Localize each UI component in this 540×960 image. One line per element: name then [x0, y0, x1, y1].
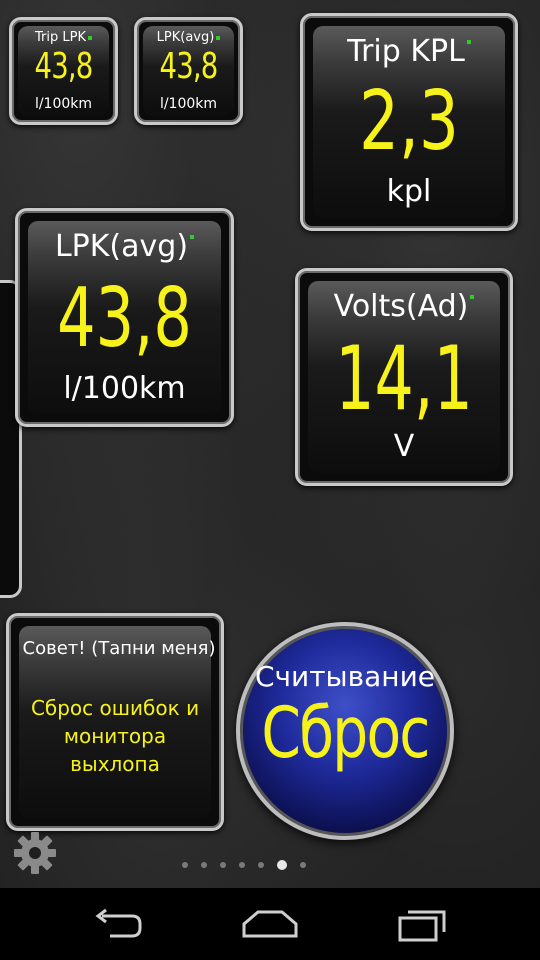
page-indicator — [182, 858, 306, 872]
navigation-bar — [0, 888, 540, 960]
gauge-unit: V — [393, 429, 415, 464]
trip-kpl-gauge[interactable]: Trip KPL 2,3 kpl — [300, 13, 518, 231]
gauge-label: LPK(avg) — [137, 30, 240, 45]
gauge-value: 43,8 — [57, 271, 192, 366]
recents-icon[interactable] — [392, 902, 452, 946]
status-dot — [87, 36, 92, 40]
gauge-label: Trip LPK — [12, 30, 115, 45]
gauge-unit: l/100km — [159, 96, 218, 112]
status-dot — [470, 295, 475, 299]
trip-lpk-gauge[interactable]: Trip LPK 43,8 l/100km — [9, 17, 118, 125]
gauge-label: Trip KPL — [303, 34, 515, 69]
tip-card[interactable]: Совет! (Тапни меня) Сброс ошибок и монит… — [6, 613, 224, 831]
lpk-avg-gauge[interactable]: LPK(avg) 43,8 l/100km — [15, 208, 234, 427]
gauge-value: 14,1 — [335, 327, 473, 430]
tip-line: выхлопа — [70, 752, 160, 776]
page-dot[interactable] — [182, 862, 188, 868]
gauge-value: 2,3 — [359, 74, 459, 169]
gauge-value: 43,8 — [159, 46, 219, 87]
gauge-unit: l/100km — [63, 371, 186, 406]
status-dot — [190, 235, 195, 239]
reset-button-label: Считывание — [254, 660, 436, 693]
tip-line: монитора — [63, 724, 167, 748]
page-dot[interactable] — [239, 862, 245, 868]
gauge-unit: l/100km — [34, 96, 93, 112]
gear-icon[interactable] — [12, 830, 58, 876]
back-icon[interactable] — [88, 902, 148, 946]
status-dot — [466, 40, 471, 44]
page-dot[interactable] — [201, 862, 207, 868]
lpk-avg-small-gauge[interactable]: LPK(avg) 43,8 l/100km — [134, 17, 243, 125]
page-dot[interactable] — [277, 860, 287, 870]
gauge-value: 43,8 — [34, 46, 94, 87]
tip-line: Сброс ошибок и — [30, 696, 200, 720]
status-dot — [216, 36, 221, 40]
page-dot[interactable] — [220, 862, 226, 868]
gauge-unit: kpl — [386, 174, 432, 209]
tip-title: Совет! (Тапни меня) — [22, 638, 216, 659]
reset-button[interactable]: Считывание Сброс — [236, 622, 454, 840]
tip-body: Сброс ошибок и монитора выхлопа — [15, 694, 215, 778]
page-dot[interactable] — [300, 862, 306, 868]
volts-gauge[interactable]: Volts(Ad) 14,1 V — [295, 268, 513, 486]
gauge-label: LPK(avg) — [18, 229, 231, 264]
home-icon[interactable] — [240, 902, 300, 946]
page-dot[interactable] — [258, 862, 264, 868]
reset-button-value: Сброс — [261, 692, 430, 774]
gauge-label: Volts(Ad) — [298, 289, 510, 324]
